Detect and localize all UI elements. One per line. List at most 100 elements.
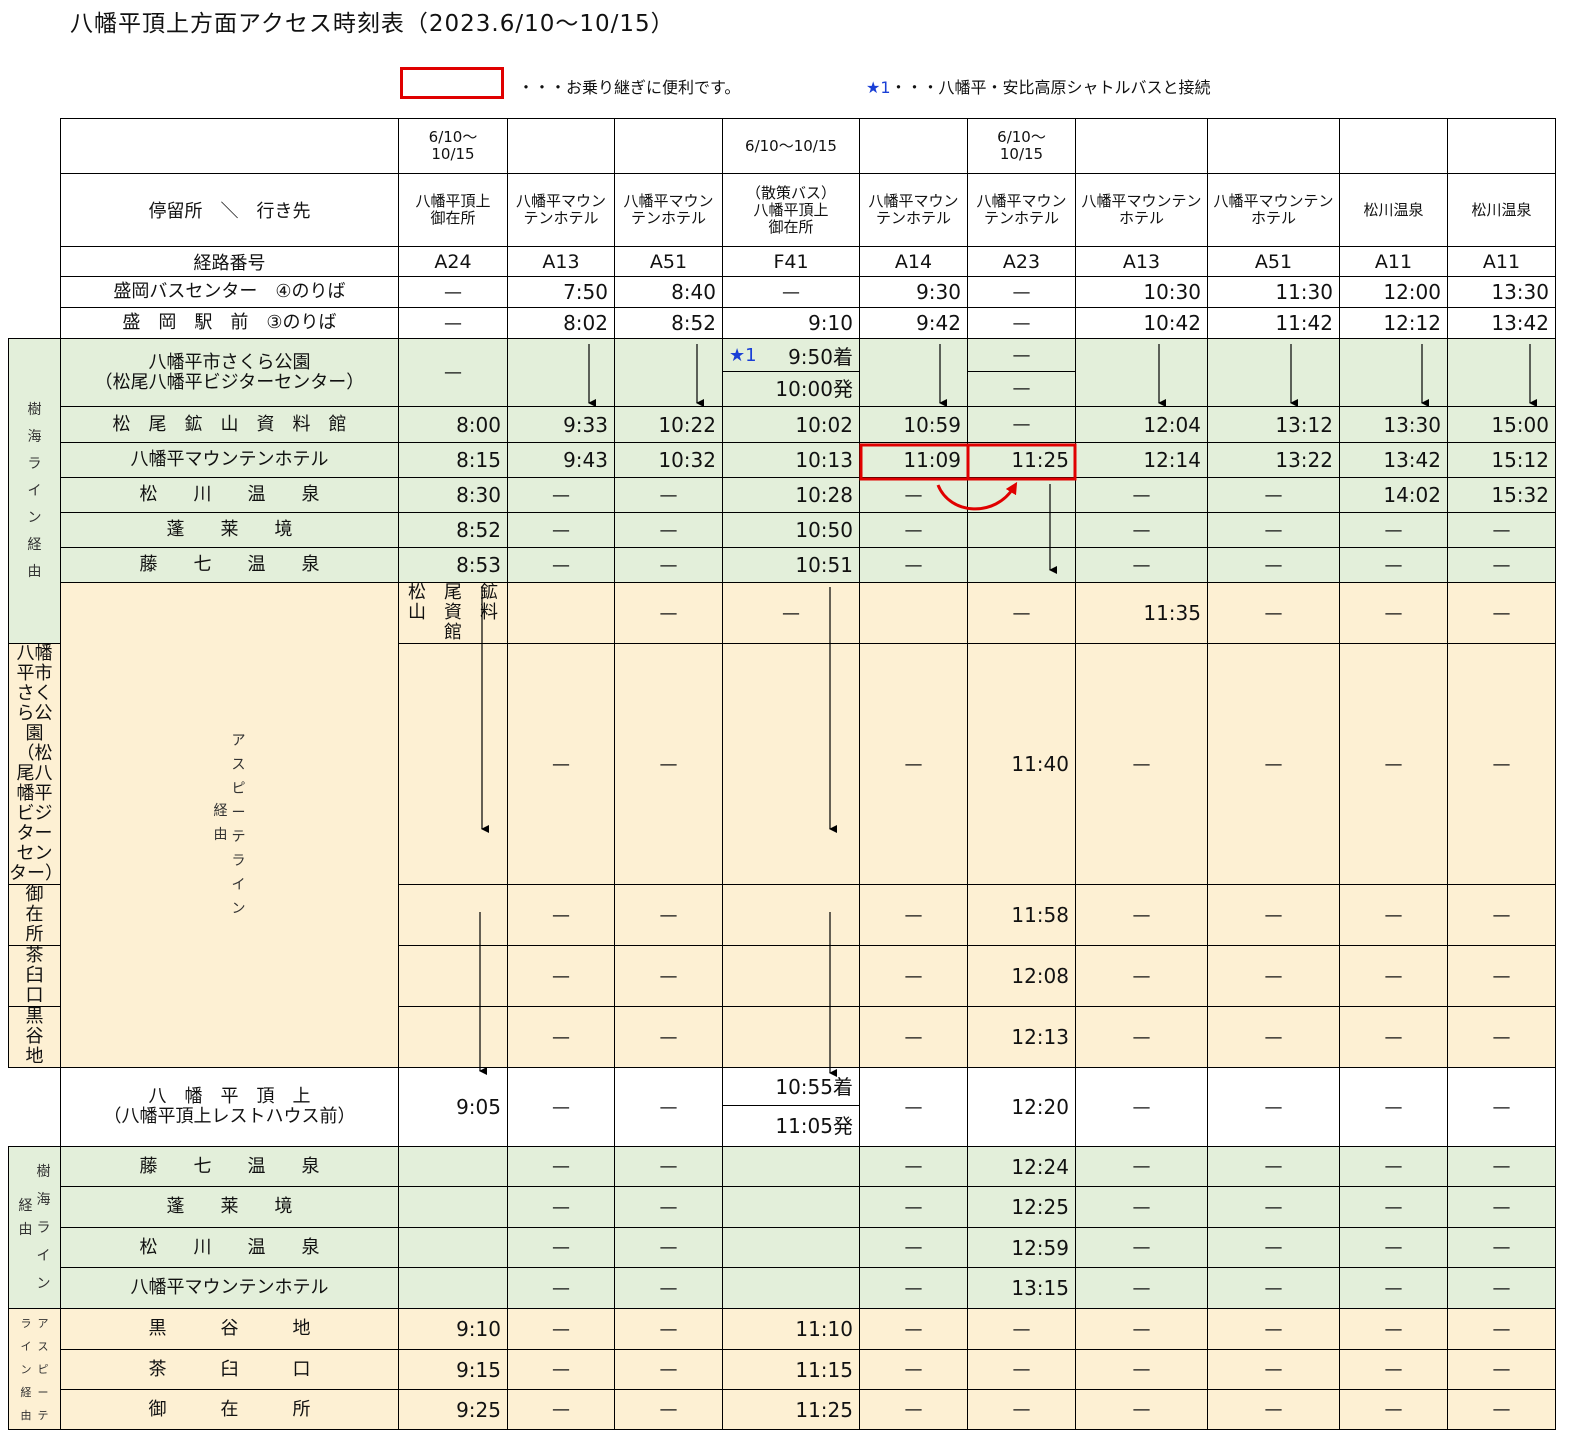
time-cell: — [614, 477, 723, 513]
time-cell: 12:00 [1339, 276, 1448, 308]
blank-side [8, 307, 61, 339]
time-cell [398, 1006, 508, 1068]
stop-name: 八 幡 平 頂 上 （八幡平頂上レストハウス前） [60, 1067, 399, 1147]
period-header [614, 118, 723, 174]
stop-name: 八幡平市さくら公園 （松尾八幡平ビジターセンター） [8, 643, 61, 885]
time-cell: — [1447, 1146, 1556, 1187]
time-cell: 15:00 [1447, 406, 1556, 443]
time-cell: 13:42 [1447, 307, 1556, 339]
time-cell: 9:05 [398, 1067, 508, 1147]
split-time-cell: — — [967, 338, 1076, 407]
route-code: A13 [1075, 246, 1208, 277]
time-cell: — [1339, 643, 1448, 885]
period-header: 6/10〜10/15 [722, 118, 860, 174]
time-cell: — [1012, 378, 1031, 399]
time-cell: 11:40 [967, 643, 1076, 885]
time-cell: — [1207, 1186, 1340, 1228]
time-cell: 13:12 [1207, 406, 1340, 443]
time-cell: — [614, 884, 723, 946]
route-side-label-line: 樹 海 ラ イ ン [36, 1163, 51, 1292]
time-cell: 13:15 [967, 1267, 1076, 1309]
time-cell [1207, 338, 1340, 407]
time-cell [967, 477, 1076, 513]
time-cell: — [1075, 945, 1208, 1007]
table-row: 経 由ア ス ピ ー テ ラ イ ン松 尾 鉱 山 資 料 館 — — —11:35—… [9, 582, 1556, 1068]
time-cell: — [1207, 1349, 1340, 1390]
stop-name: 盛岡バスセンター ④のりば [60, 276, 399, 308]
table-row: 八幡平マウンテンホテル — — —13:15— — — — [9, 1267, 1556, 1309]
time-cell: — [1207, 1308, 1340, 1350]
time-cell [1075, 338, 1208, 407]
time-cell: — [1075, 1067, 1208, 1147]
time-cell: — [614, 547, 723, 583]
time-cell [722, 1227, 860, 1268]
time-cell: — [967, 1308, 1076, 1350]
time-cell: — [859, 1186, 968, 1228]
destination-header: 松川温泉 [1339, 173, 1448, 247]
time-cell: — [1447, 1267, 1556, 1309]
time-cell: 12:04 [1075, 406, 1208, 443]
time-cell: 10:32 [614, 442, 723, 478]
route-code: A51 [614, 246, 723, 277]
blank-corner [8, 246, 61, 277]
time-cell: 11:58 [967, 884, 1076, 946]
route-code: A24 [398, 246, 508, 277]
destination-header: 八幡平マウン テンホテル [967, 173, 1076, 247]
time-cell: — [1339, 1308, 1448, 1350]
route-code: F41 [722, 246, 860, 277]
time-cell: 15:12 [1447, 442, 1556, 478]
time-cell: — [967, 406, 1076, 443]
route-side-label: ラ イ ン 経 由ア ス ピ ー テ [8, 1308, 61, 1430]
time-cell: — [614, 1006, 723, 1068]
time-cell [398, 1186, 508, 1228]
period-header: 6/10〜 10/15 [967, 118, 1076, 174]
route-side-label-keiyu: 経 由 [213, 803, 228, 843]
time-cell: — [967, 307, 1076, 339]
stop-name: 盛 岡 駅 前 ③のりば [60, 307, 399, 339]
table-row: 樹 海 ラ イ ン 経 由八幡平市さくら公園 （松尾八幡平ビジターセンター） — ★… [8, 338, 1556, 644]
time-cell [722, 1006, 860, 1068]
time-cell: — [1339, 1227, 1448, 1268]
time-cell [859, 582, 968, 644]
time-cell: — [722, 582, 860, 644]
time-cell: 15:32 [1447, 477, 1556, 513]
stop-name: 松 尾 鉱 山 資 料 館 [60, 406, 399, 443]
table-row: 松 川 温 泉 8:30— —10:28— — —14:02 15:32 [9, 477, 1556, 513]
time-cell: — [1075, 1308, 1208, 1350]
time-cell: — [1075, 1146, 1208, 1187]
time-cell: 10:51 [722, 547, 860, 583]
time-cell: 9:43 [507, 442, 615, 478]
time-cell: — [859, 1349, 968, 1390]
time-cell: — [614, 1227, 723, 1268]
time-cell: 8:00 [398, 406, 508, 443]
time-cell: 12:24 [967, 1146, 1076, 1187]
time-cell: — [507, 1389, 615, 1430]
time-cell: — [614, 1308, 723, 1350]
time-cell: — [967, 1349, 1076, 1390]
time-cell: — [1207, 1389, 1340, 1430]
time-cell: — [1339, 1186, 1448, 1228]
stop-name: 蓬 莱 境 [60, 512, 399, 548]
time-cell: — [1447, 1308, 1556, 1350]
time-cell: — [1207, 1267, 1340, 1309]
time-cell: 8:52 [614, 307, 723, 339]
time-cell: — [859, 1308, 968, 1350]
time-cell: 8:02 [507, 307, 615, 339]
time-cell: — [859, 1389, 968, 1430]
time-cell: — [1075, 547, 1208, 583]
period-header [507, 118, 615, 174]
time-cell: — [507, 1349, 615, 1390]
time-cell [722, 884, 860, 946]
time-cell: 9:15 [398, 1349, 508, 1390]
time-cell: — [1339, 945, 1448, 1007]
period-header [1339, 118, 1448, 174]
time-cell: 8:53 [398, 547, 508, 583]
time-cell [398, 1267, 508, 1309]
time-cell [722, 1186, 860, 1228]
time-cell: — [968, 340, 1075, 372]
time-cell: 12:25 [967, 1186, 1076, 1228]
time-cell: 13:30 [1447, 276, 1556, 308]
time-cell: — [1207, 643, 1340, 885]
time-cell: — [507, 1227, 615, 1268]
time-cell: 9:33 [507, 406, 615, 443]
